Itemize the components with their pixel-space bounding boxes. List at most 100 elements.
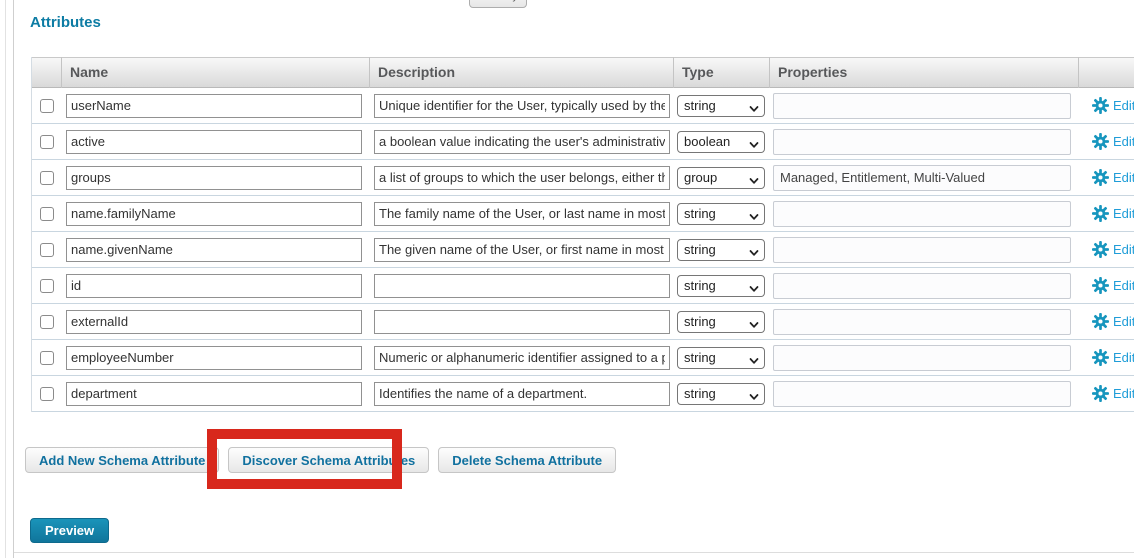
attribute-name-input[interactable] [66,382,362,406]
gear-icon [1092,97,1109,114]
edit-action[interactable]: Edit [1092,133,1134,150]
row-checkbox[interactable] [40,243,54,257]
attribute-description-input[interactable] [374,166,670,190]
edit-link[interactable]: Edit [1113,134,1134,149]
attribute-type-select[interactable]: string [677,203,765,225]
chevron-down-icon: ▾ [520,0,525,1]
edit-link[interactable]: Edit [1113,206,1134,221]
properties-cell [769,268,1078,304]
attribute-description-input[interactable] [374,346,670,370]
edit-action[interactable]: Edit [1092,241,1134,258]
panel-border-bottom [14,552,1134,553]
edit-link[interactable]: Edit [1113,242,1134,257]
checkbox-cell [32,196,61,232]
gear-icon [1092,277,1109,294]
edit-action[interactable]: Edit [1092,169,1134,186]
attribute-description-input[interactable] [374,238,670,262]
properties-cell [769,232,1078,268]
row-checkbox[interactable] [40,279,54,293]
type-cell: string [673,376,769,412]
edit-action[interactable]: Edit [1092,313,1134,330]
attribute-type-select[interactable]: string [677,347,765,369]
attribute-description-input[interactable] [374,382,670,406]
panel-border-inner [13,0,14,558]
attribute-name-input[interactable] [66,130,362,154]
row-checkbox[interactable] [40,171,54,185]
attribute-name-input[interactable] [66,202,362,226]
row-checkbox[interactable] [40,135,54,149]
properties-cell: Managed, Entitlement, Multi-Valued [769,160,1078,196]
attribute-name-input[interactable] [66,346,362,370]
attribute-description-input[interactable] [374,274,670,298]
description-cell [369,232,673,268]
edit-link[interactable]: Edit [1113,278,1134,293]
gear-icon [1092,313,1109,330]
gear-icon [1092,169,1109,186]
attribute-type-select[interactable]: string [677,95,765,117]
table-row: string [32,340,1134,376]
edit-action[interactable]: Edit [1092,97,1134,114]
attribute-description-input[interactable] [374,94,670,118]
edit-action[interactable]: Edit [1092,385,1134,402]
schema-buttons-row: Add New Schema Attribute Discover Schema… [25,447,625,473]
attribute-name-input[interactable] [66,310,362,334]
attribute-description-input[interactable] [374,310,670,334]
readonly-dropdown[interactable]: Readonly▾ [469,0,527,8]
description-cell [369,124,673,160]
row-checkbox[interactable] [40,387,54,401]
edit-link[interactable]: Edit [1113,350,1134,365]
edit-action[interactable]: Edit [1092,277,1134,294]
add-new-schema-attribute-button[interactable]: Add New Schema Attribute [25,447,219,473]
edit-link[interactable]: Edit [1113,386,1134,401]
attribute-type-select[interactable]: string [677,275,765,297]
properties-cell [769,196,1078,232]
actions-cell: Edit [1078,196,1134,232]
properties-cell [769,124,1078,160]
attribute-description-input[interactable] [374,130,670,154]
checkbox-cell [32,160,61,196]
attribute-type-select[interactable]: string [677,383,765,405]
table-row: group Managed, Entitlement, Multi-Valued [32,160,1134,196]
column-header-description: Description [369,57,673,88]
table-row: string [32,304,1134,340]
attribute-properties-field [773,201,1071,227]
edit-action[interactable]: Edit [1092,205,1134,222]
column-header-properties: Properties [769,57,1078,88]
actions-cell: Edit [1078,304,1134,340]
attribute-type-select[interactable]: string [677,239,765,261]
edit-action[interactable]: Edit [1092,349,1134,366]
delete-schema-attribute-button[interactable]: Delete Schema Attribute [438,447,616,473]
attribute-name-input[interactable] [66,166,362,190]
edit-link[interactable]: Edit [1113,98,1134,113]
type-cell: string [673,304,769,340]
actions-cell: Edit [1078,268,1134,304]
properties-cell [769,88,1078,124]
table-row: string [32,196,1134,232]
attribute-type-select[interactable]: string [677,311,765,333]
edit-link[interactable]: Edit [1113,314,1134,329]
attribute-type-select[interactable]: group [677,167,765,189]
row-checkbox[interactable] [40,207,54,221]
name-cell [61,304,369,340]
row-checkbox[interactable] [40,315,54,329]
preview-button[interactable]: Preview [30,518,109,543]
row-checkbox[interactable] [40,351,54,365]
gear-icon [1092,241,1109,258]
name-cell [61,196,369,232]
gear-icon [1092,349,1109,366]
attribute-name-input[interactable] [66,238,362,262]
row-checkbox[interactable] [40,99,54,113]
type-cell: string [673,232,769,268]
attribute-name-input[interactable] [66,94,362,118]
column-header-name: Name [61,57,369,88]
description-cell [369,340,673,376]
description-cell [369,196,673,232]
attribute-name-input[interactable] [66,274,362,298]
name-cell [61,124,369,160]
description-cell [369,304,673,340]
attribute-type-select[interactable]: boolean [677,131,765,153]
edit-link[interactable]: Edit [1113,170,1134,185]
discover-schema-attributes-button[interactable]: Discover Schema Attributes [228,447,429,473]
attribute-description-input[interactable] [374,202,670,226]
type-cell: group [673,160,769,196]
